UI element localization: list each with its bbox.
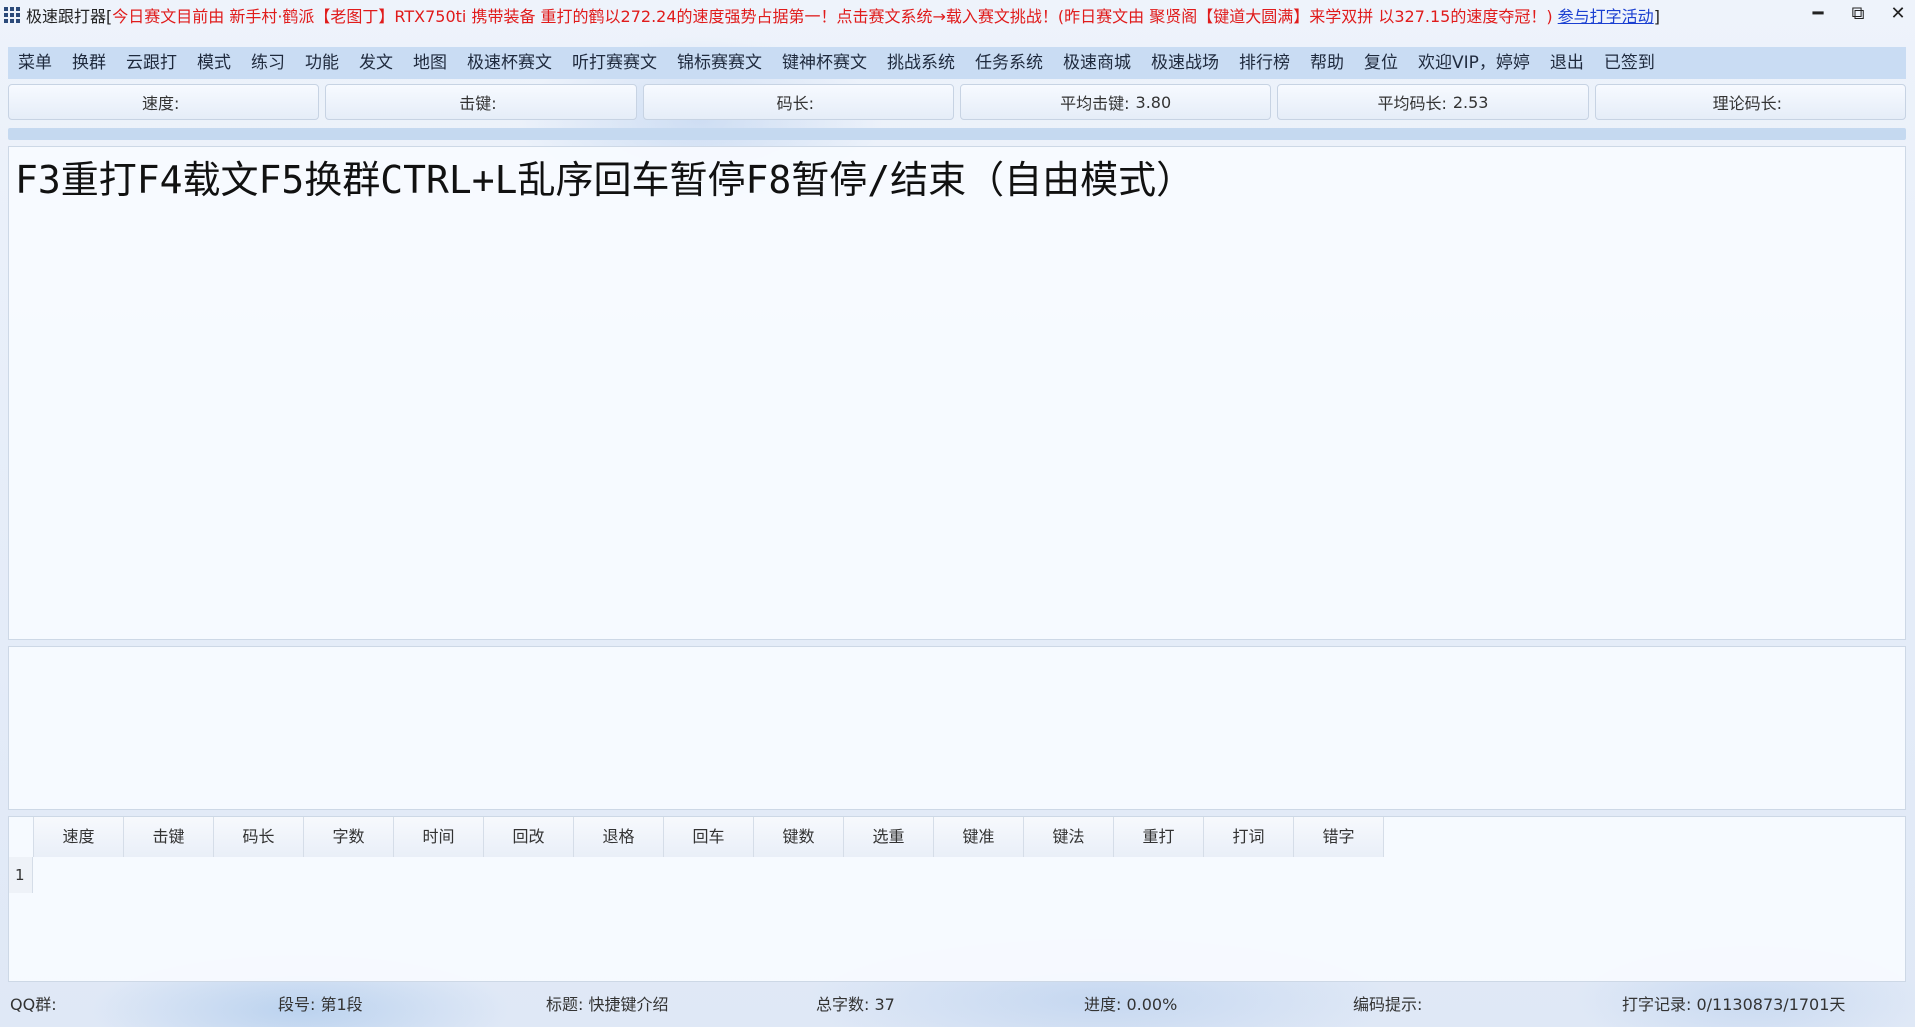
status-title: 标题: 快捷键介绍 (546, 995, 669, 1014)
menu-item-switch-group[interactable]: 换群 (62, 47, 116, 79)
menu-item-functions[interactable]: 功能 (295, 47, 349, 79)
restore-icon[interactable]: ⧉ (1847, 2, 1869, 26)
row-index: 1 (9, 857, 33, 893)
stat-avg-keystroke: 平均击键: 3.80 (959, 84, 1272, 120)
stat-theory-code-length: 理论码长: (1594, 84, 1906, 120)
col-retype[interactable]: 重打 (1114, 817, 1204, 857)
status-typing-record: 打字记录: 0/1130873/1701天 (1622, 995, 1846, 1014)
stat-avg-code-length: 平均码长: 2.53 (1277, 84, 1589, 120)
title-close-bracket: ] (1653, 7, 1660, 26)
stat-keystroke: 击键: (325, 84, 637, 120)
col-word-typing[interactable]: 打词 (1204, 817, 1294, 857)
status-total-chars: 总字数: 37 (816, 995, 895, 1014)
status-code-hint: 编码提示: (1353, 995, 1423, 1014)
stats-bar: 速度: 击键: 码长: 平均击键: 3.80 平均码长: 2.53 理论码长: (8, 84, 1906, 120)
col-revisions[interactable]: 回改 (484, 817, 574, 857)
col-time[interactable]: 时间 (394, 817, 484, 857)
menu-item-listen-race[interactable]: 听打赛赛文 (562, 47, 667, 79)
table-row[interactable]: 1 (9, 857, 1905, 893)
menu-item-send-text[interactable]: 发文 (349, 47, 403, 79)
notice-text: 今日赛文目前由 新手村·鹤派【老图丁】RTX750ti 携带装备 重打的鹤以27… (112, 7, 1553, 26)
corner-cell (9, 817, 34, 857)
menu-item-signed-in[interactable]: 已签到 (1594, 47, 1665, 79)
col-wrong-chars[interactable]: 错字 (1294, 817, 1384, 857)
stat-speed: 速度: (8, 84, 320, 120)
col-speed[interactable]: 速度 (34, 817, 124, 857)
menu-item-battlefield[interactable]: 极速战场 (1141, 47, 1229, 79)
typing-progress-bar (8, 128, 1906, 140)
col-code-length[interactable]: 码长 (214, 817, 304, 857)
results-header: 速度 击键 码长 字数 时间 回改 退格 回车 键数 选重 键准 键法 重打 打… (9, 817, 1905, 857)
typing-input-area[interactable] (8, 646, 1906, 810)
menu-item-mode[interactable]: 模式 (187, 47, 241, 79)
menu-item-speed-cup[interactable]: 极速杯赛文 (457, 47, 562, 79)
article-text: F3重打F4载文F5换群CTRL+L乱序回车暂停F8暂停/结束（自由模式） (15, 158, 1195, 202)
menu-item-practice[interactable]: 练习 (241, 47, 295, 79)
col-key-accuracy[interactable]: 键准 (934, 817, 1024, 857)
app-menu-icon[interactable] (4, 7, 20, 23)
window-title: 极速跟打器[今日赛文目前由 新手村·鹤派【老图丁】RTX750ti 携带装备 重… (26, 3, 1660, 27)
col-keystroke[interactable]: 击键 (124, 817, 214, 857)
menu-bar: 菜单 换群 云跟打 模式 练习 功能 发文 地图 极速杯赛文 听打赛赛文 锦标赛… (8, 47, 1906, 79)
col-key-count[interactable]: 键数 (754, 817, 844, 857)
menu-item-menu[interactable]: 菜单 (8, 47, 62, 79)
menu-item-help[interactable]: 帮助 (1300, 47, 1354, 79)
status-qq-group: QQ群: (10, 995, 57, 1014)
menu-item-tasks[interactable]: 任务系统 (965, 47, 1053, 79)
minimize-icon[interactable]: ━ (1807, 2, 1829, 26)
close-icon[interactable]: ✕ (1887, 2, 1909, 26)
article-panel[interactable]: F3重打F4载文F5换群CTRL+L乱序回车暂停F8暂停/结束（自由模式） (8, 146, 1906, 640)
join-activity-link[interactable]: 参与打字活动 (1558, 7, 1654, 26)
stat-code-length: 码长: (642, 84, 954, 120)
results-table: 速度 击键 码长 字数 时间 回改 退格 回车 键数 选重 键准 键法 重打 打… (8, 816, 1906, 982)
menu-item-shop[interactable]: 极速商城 (1053, 47, 1141, 79)
title-bar: 极速跟打器[今日赛文目前由 新手村·鹤派【老图丁】RTX750ti 携带装备 重… (0, 0, 1915, 30)
status-segment: 段号: 第1段 (278, 995, 363, 1014)
app-name: 极速跟打器[ (26, 7, 113, 26)
menu-item-leaderboard[interactable]: 排行榜 (1229, 47, 1300, 79)
col-enter[interactable]: 回车 (664, 817, 754, 857)
menu-item-map[interactable]: 地图 (403, 47, 457, 79)
menu-item-exit[interactable]: 退出 (1540, 47, 1594, 79)
menu-item-welcome-vip[interactable]: 欢迎VIP，婷婷 (1408, 47, 1540, 79)
menu-item-key-god-cup[interactable]: 键神杯赛文 (772, 47, 877, 79)
col-char-count[interactable]: 字数 (304, 817, 394, 857)
menu-item-cloud-follow[interactable]: 云跟打 (116, 47, 187, 79)
window-controls: ━ ⧉ ✕ (1807, 2, 1909, 26)
status-bar: QQ群: 段号: 第1段 标题: 快捷键介绍 总字数: 37 进度: 0.00%… (0, 988, 1915, 1018)
col-key-method[interactable]: 键法 (1024, 817, 1114, 857)
col-backspace[interactable]: 退格 (574, 817, 664, 857)
col-select-repeat[interactable]: 选重 (844, 817, 934, 857)
menu-item-reset[interactable]: 复位 (1354, 47, 1408, 79)
menu-item-championship[interactable]: 锦标赛赛文 (667, 47, 772, 79)
status-progress: 进度: 0.00% (1084, 995, 1178, 1014)
menu-item-challenge[interactable]: 挑战系统 (877, 47, 965, 79)
